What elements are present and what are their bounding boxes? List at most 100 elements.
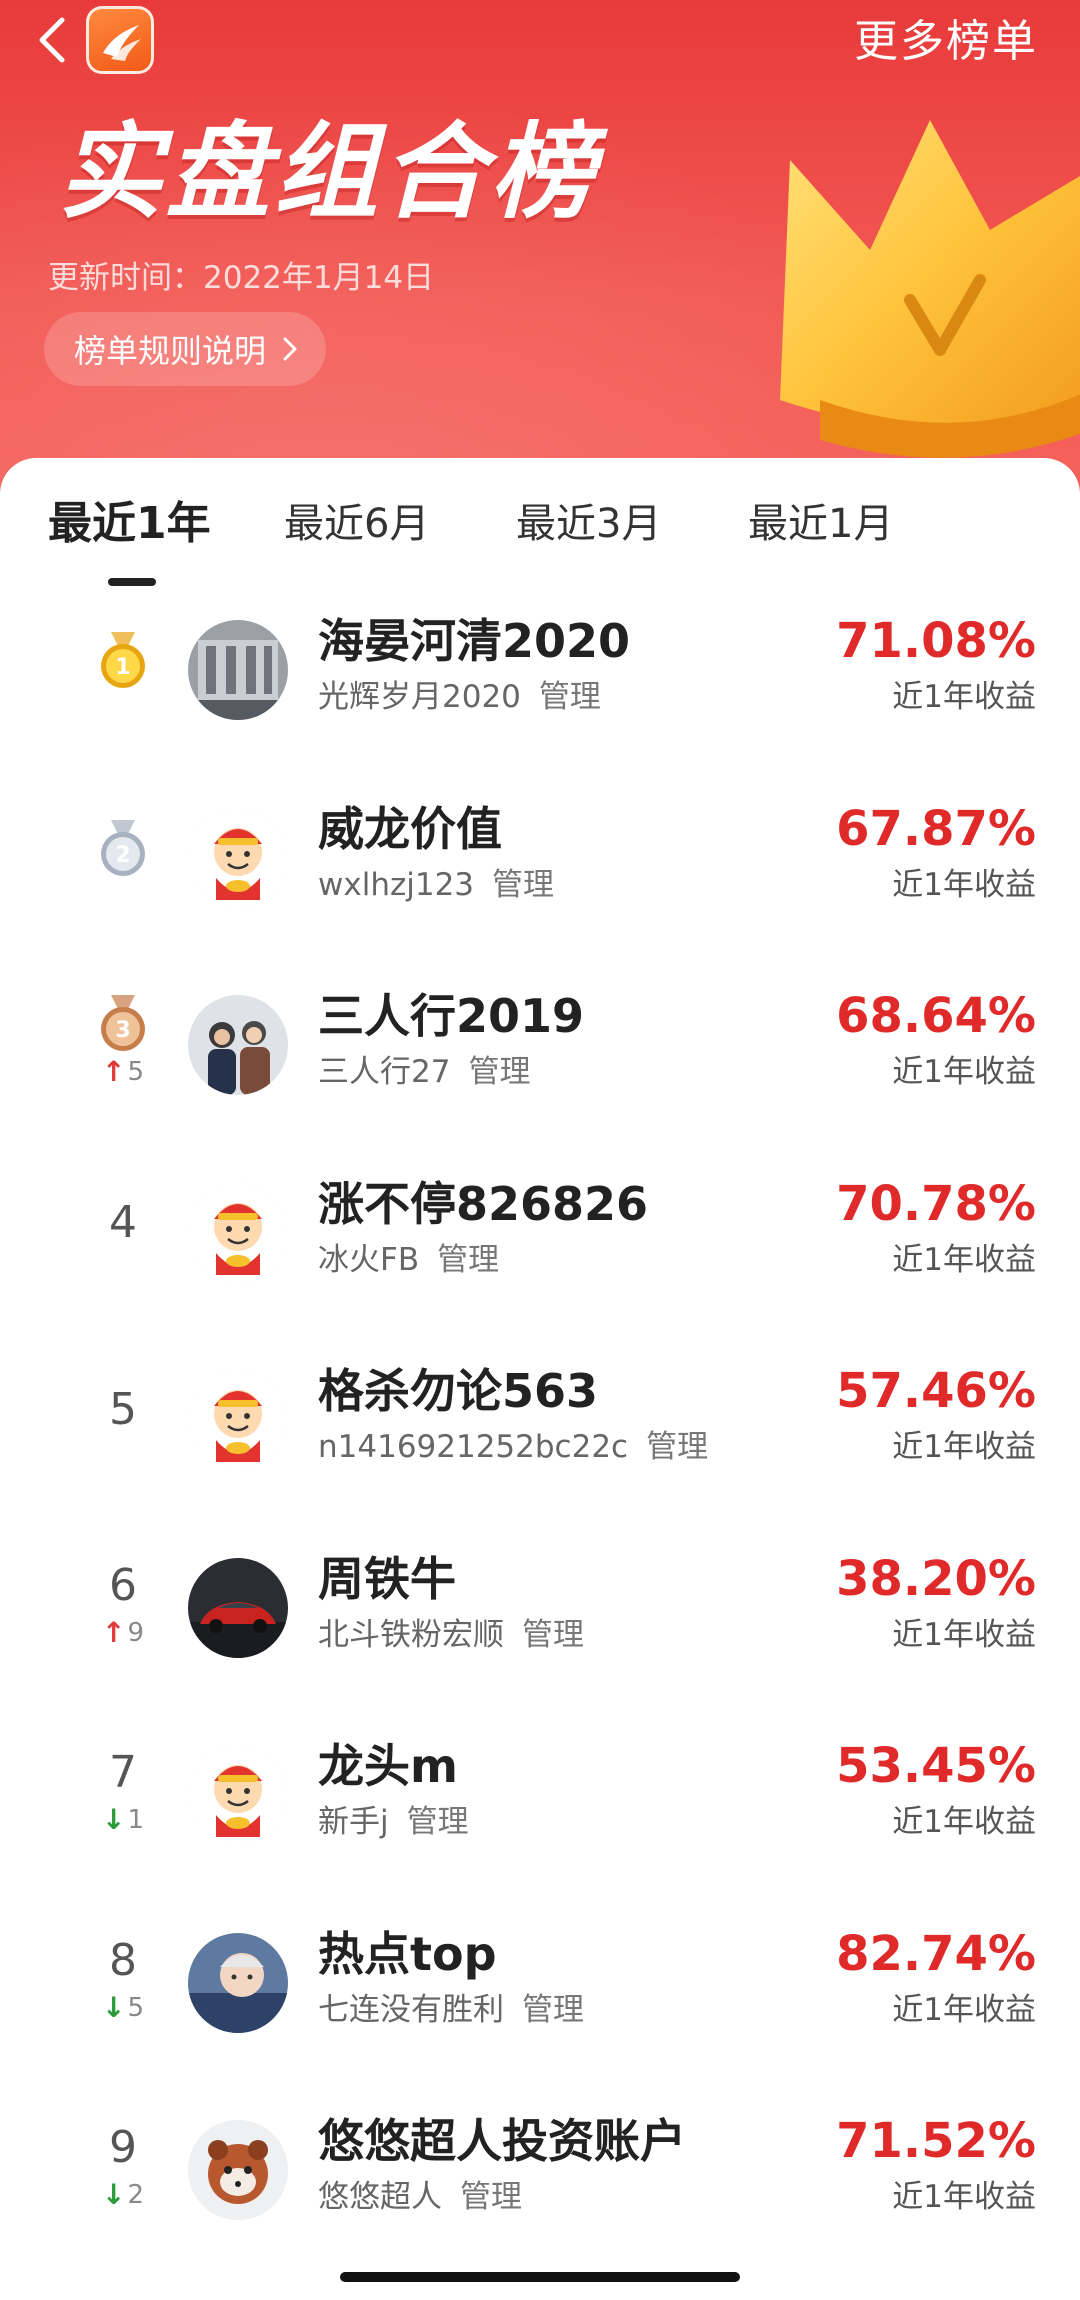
return-percentage: 71.08% (836, 613, 1036, 669)
return-percentage: 82.74% (836, 1925, 1036, 1982)
rank-number: 7 (109, 1747, 137, 1798)
rank-indicator: 4 (78, 1193, 168, 1253)
portfolio-name[interactable]: 热点top (318, 1925, 497, 1983)
portfolio-owner-line: 北斗铁粉宏顺 管理 (318, 1614, 584, 1656)
portfolio-owner-line: 七连没有胜利 管理 (318, 1989, 584, 2031)
tab-1-year[interactable]: 最近1年 (48, 496, 211, 552)
gold-medal-icon: 1 (101, 632, 145, 688)
owner-name[interactable]: 悠悠超人 (318, 2179, 442, 2215)
portfolio-name[interactable]: 涨不停826826 (318, 1175, 648, 1233)
rank-indicator: 1 (78, 630, 168, 692)
arrow-up-icon: ↑ (101, 1615, 126, 1649)
portfolio-name[interactable]: 龙头m (318, 1737, 458, 1795)
return-label: 近1年收益 (892, 1616, 1036, 1653)
tab-active-indicator (108, 578, 156, 586)
owner-name[interactable]: 北斗铁粉宏顺 (318, 1617, 504, 1653)
avatar[interactable] (188, 1745, 288, 1845)
ranking-row[interactable]: 9 ↓ 2 悠悠超人投资账户 悠悠超人 管理 71.52% 近1年收益 (0, 2108, 1080, 2295)
more-rankings-button[interactable]: 更多榜单 (854, 14, 1038, 70)
logo-icon (103, 25, 141, 61)
return-label: 近1年收益 (892, 2179, 1036, 2215)
portfolio-owner-line: 三人行27 管理 (318, 1051, 530, 1093)
owner-name[interactable]: 三人行27 (318, 1054, 450, 1090)
owner-name[interactable]: 光辉岁月2020 (318, 679, 521, 715)
ranking-card: 最近1年 最近6月 最近3月 最近1月 1 海晏河清2020 光辉岁月2020 管理 7… (0, 458, 1080, 2300)
tab-1-month[interactable]: 最近1月 (748, 496, 893, 552)
rank-indicator: 6 ↑ 9 (78, 1556, 168, 1650)
ranking-row[interactable]: 3 ↑ 5 三人行2019 三人行27 管理 68.64% 近1年收益 (0, 983, 1080, 1170)
avatar[interactable] (188, 995, 288, 1095)
return-percentage: 70.78% (836, 1175, 1036, 1232)
return-label: 近1年收益 (892, 1804, 1036, 1840)
tab-6-months[interactable]: 最近6月 (284, 496, 429, 552)
return-label: 近1年收益 (892, 866, 1036, 903)
portfolio-owner-line: n1416921252bc22c 管理 (318, 1426, 708, 1468)
manage-label: 管理 (460, 2179, 522, 2215)
owner-name[interactable]: n1416921252bc22c (318, 1429, 628, 1465)
manage-label: 管理 (522, 1991, 584, 2028)
return-label: 近1年收益 (892, 1991, 1036, 2028)
portfolio-name[interactable]: 周铁牛 (318, 1550, 456, 1608)
portfolio-name[interactable]: 格杀勿论563 (318, 1362, 598, 1420)
arrow-down-icon: ↓ (101, 1803, 126, 1836)
return-label: 近1年收益 (892, 1054, 1036, 1090)
avatar[interactable] (188, 2120, 288, 2220)
chevron-left-icon (39, 17, 65, 63)
rank-indicator: 3 ↑ 5 (78, 993, 168, 1089)
avatar[interactable] (188, 1182, 288, 1283)
rank-number: 9 (109, 2122, 137, 2173)
portfolio-name[interactable]: 悠悠超人投资账户 (318, 2112, 686, 2170)
portfolio-name[interactable]: 三人行2019 (318, 987, 584, 1045)
rank-change-value: 2 (127, 2180, 144, 2210)
manage-label: 管理 (646, 1429, 709, 1465)
portfolio-owner-line: 悠悠超人 管理 (318, 2176, 522, 2218)
ranking-row[interactable]: 5 格杀勿论563 n1416921252bc22c 管理 57.46% 近1年收益 (0, 1358, 1080, 1545)
ranking-row[interactable]: 4 涨不停826826 冰火FB 管理 70.78% 近1年收益 (0, 1171, 1080, 1358)
portfolio-name[interactable]: 威龙价值 (318, 800, 502, 858)
rank-change-value: 1 (127, 1805, 144, 1835)
portfolio-owner-line: 光辉岁月2020 管理 (318, 676, 601, 718)
avatar[interactable] (188, 1932, 288, 2033)
rank-change-value: 5 (127, 1057, 144, 1087)
period-tabs: 最近1年 最近6月 最近3月 最近1月 (0, 458, 1080, 588)
rank-change-value: 9 (127, 1617, 144, 1648)
chevron-right-icon (283, 337, 297, 361)
owner-name[interactable]: wxlhzj123 (318, 867, 474, 903)
return-percentage: 68.64% (836, 988, 1036, 1044)
avatar[interactable] (188, 1370, 288, 1470)
update-time: 更新时间：2022年1月14日 (48, 260, 435, 296)
rank-change-value: 5 (127, 1992, 144, 2023)
rules-button[interactable]: 榜单规则说明 (44, 312, 327, 386)
portfolio-name[interactable]: 海晏河清2020 (318, 612, 630, 670)
avatar[interactable] (188, 620, 288, 720)
back-button[interactable] (26, 10, 82, 70)
owner-name[interactable]: 冰火FB (318, 1242, 419, 1278)
tab-3-months[interactable]: 最近3月 (516, 496, 661, 552)
crown-icon (780, 120, 1080, 458)
portfolio-owner-line: wxlhzj123 管理 (318, 864, 554, 906)
avatar[interactable] (188, 807, 288, 908)
return-label: 近1年收益 (892, 1241, 1036, 1278)
manage-label: 管理 (437, 1241, 500, 1278)
ranking-row[interactable]: 2 威龙价值 wxlhzj123 管理 67.87% 近1年收益 (0, 796, 1080, 983)
rank-indicator: 9 ↓ 2 (78, 2118, 168, 2212)
arrow-down-icon: ↓ (101, 1990, 126, 2024)
header-banner: 更多榜单 实盘组合榜 更新时间：2022年1月14日 榜单规则说明 (0, 0, 1080, 500)
owner-name[interactable]: 七连没有胜利 (318, 1992, 504, 2028)
ranking-row[interactable]: 8 ↓ 5 热点top 七连没有胜利 管理 82.74% 近1年收益 (0, 1921, 1080, 2108)
owner-name[interactable]: 新手j (318, 1804, 389, 1840)
manage-label: 管理 (406, 1804, 469, 1840)
ranking-row[interactable]: 7 ↓ 1 龙头m 新手j 管理 53.45% 近1年收益 (0, 1733, 1080, 1920)
home-indicator (340, 2272, 740, 2282)
ranking-row[interactable]: 1 海晏河清2020 光辉岁月2020 管理 71.08% 近1年收益 (0, 608, 1080, 795)
portfolio-owner-line: 新手j 管理 (318, 1801, 469, 1843)
ranking-row[interactable]: 6 ↑ 9 周铁牛 北斗铁粉宏顺 管理 38.20% 近1年收益 (0, 1546, 1080, 1733)
avatar[interactable] (188, 1557, 288, 1658)
rank-number: 8 (109, 1934, 137, 1986)
portfolio-owner-line: 冰火FB 管理 (318, 1239, 499, 1281)
svg-text:3: 3 (115, 1018, 130, 1043)
page-title: 实盘组合榜 (58, 111, 599, 233)
manage-label: 管理 (522, 1616, 584, 1653)
rank-change: ↓ 1 (78, 1803, 168, 1837)
svg-text:1: 1 (115, 655, 130, 680)
